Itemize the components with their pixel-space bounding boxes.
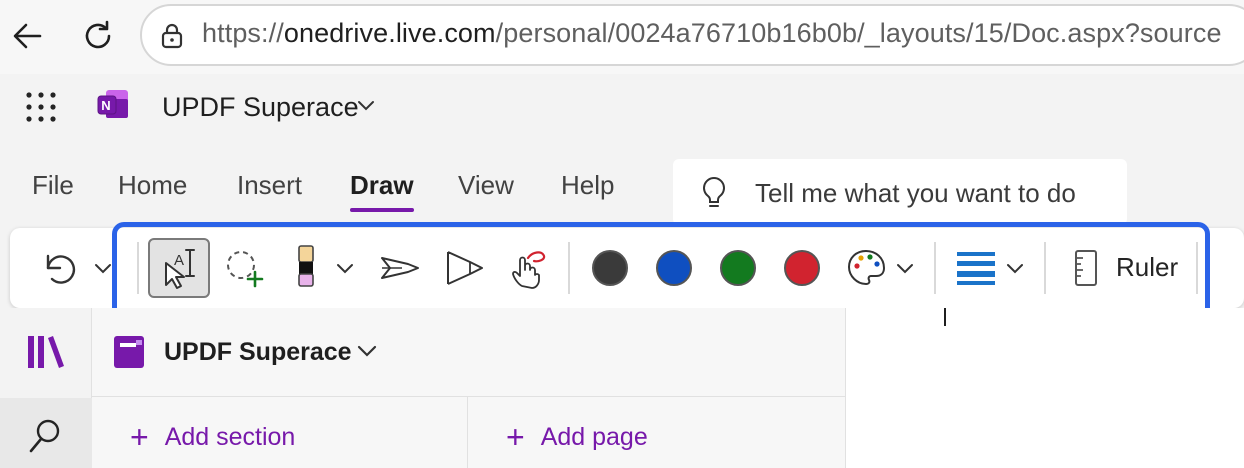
toolbar-divider (137, 242, 139, 294)
black-pen-color[interactable] (592, 250, 628, 286)
chevron-down-icon (1007, 264, 1023, 274)
notebook-header-title[interactable]: UPDF Superace (164, 338, 352, 367)
green-pen-color[interactable] (720, 250, 756, 286)
library-icon (28, 336, 64, 368)
undo-button[interactable] (36, 238, 82, 298)
pencil-button[interactable] (438, 238, 490, 298)
chevron-down-icon (95, 264, 111, 274)
lasso-select-icon: A (165, 249, 195, 289)
touch-draw-icon (512, 251, 546, 289)
color-picker-button[interactable] (842, 238, 890, 298)
chevron-down-icon (337, 264, 353, 274)
chevron-down-icon[interactable] (356, 98, 376, 117)
add-page-button[interactable]: + Add page (506, 421, 648, 453)
text-cursor (944, 308, 946, 326)
url-text: https://onedrive.live.com/personal/0024a… (202, 18, 1222, 49)
add-section-label: Add section (164, 422, 296, 451)
lightbulb-icon (701, 176, 727, 215)
svg-text:N: N (101, 98, 110, 113)
url-host: onedrive.live.com (283, 18, 496, 48)
ruler-label[interactable]: Ruler (1116, 252, 1178, 283)
notebook-icon (112, 334, 146, 374)
lasso-select-button[interactable] (218, 238, 270, 298)
pen-icon (381, 257, 419, 279)
pen-options-dropdown[interactable] (330, 238, 360, 298)
tell-me-search[interactable]: Tell me what you want to do (673, 159, 1127, 225)
address-bar[interactable]: https://onedrive.live.com/personal/0024a… (140, 4, 1244, 66)
search-icon (29, 419, 60, 453)
sections-column: + Add section (92, 396, 468, 468)
undo-dropdown[interactable] (88, 238, 118, 298)
ribbon-tabs: File Home Insert Draw View Help (0, 158, 680, 218)
highlighter-button[interactable] (286, 238, 326, 298)
draw-with-touch-button[interactable] (502, 238, 554, 298)
toolbar-divider (934, 242, 936, 294)
line-thickness-button[interactable] (952, 238, 1000, 298)
onenote-logo-icon: N (96, 87, 130, 126)
active-tab-indicator (350, 208, 414, 212)
plus-icon: + (506, 419, 525, 455)
add-page-label: Add page (540, 422, 648, 451)
blue-pen-color[interactable] (656, 250, 692, 286)
undo-icon (46, 254, 76, 284)
pencil-cone-icon (447, 251, 483, 285)
tab-draw[interactable]: Draw (350, 170, 414, 201)
svg-text:A: A (174, 252, 184, 269)
lock-icon (160, 22, 184, 55)
refresh-button[interactable] (76, 14, 120, 58)
waffle-icon (26, 92, 56, 122)
color-dropdown[interactable] (890, 238, 920, 298)
tab-insert[interactable]: Insert (237, 170, 302, 201)
tell-me-placeholder: Tell me what you want to do (755, 178, 1076, 208)
refresh-icon (85, 20, 111, 49)
chevron-down-icon (897, 264, 913, 274)
line-thickness-icon (957, 252, 995, 285)
search-button[interactable] (0, 398, 92, 468)
thickness-dropdown[interactable] (1000, 238, 1030, 298)
app-header: N UPDF Superace (0, 74, 1244, 144)
toolbar-divider (568, 242, 570, 294)
toolbar-divider (1196, 242, 1198, 294)
notebook-title[interactable]: UPDF Superace (162, 92, 359, 123)
color-palette-icon (847, 249, 886, 286)
lasso-add-icon (227, 251, 264, 288)
app-launcher-button[interactable] (24, 90, 58, 129)
arrow-left-icon (13, 23, 42, 49)
plus-icon: + (130, 419, 149, 455)
browser-toolbar: https://onedrive.live.com/personal/0024a… (0, 0, 1244, 74)
type-select-button[interactable]: A (148, 238, 210, 298)
ruler-button[interactable] (1068, 238, 1104, 298)
url-scheme: https:// (202, 18, 284, 48)
tab-home[interactable]: Home (118, 170, 187, 201)
notebook-pane: UPDF Superace + Add section + Add page (92, 308, 846, 468)
pen-button[interactable] (374, 238, 426, 298)
chevron-down-icon[interactable] (356, 344, 378, 363)
tab-file[interactable]: File (32, 170, 74, 201)
highlighter-icon (298, 245, 314, 287)
pages-column: + Add page (468, 396, 846, 468)
back-button[interactable] (6, 14, 50, 58)
ruler-icon (1075, 250, 1097, 286)
toolbar-divider (1044, 242, 1046, 294)
add-section-button[interactable]: + Add section (130, 421, 295, 453)
tab-view[interactable]: View (458, 170, 514, 201)
red-pen-color[interactable] (784, 250, 820, 286)
tab-help[interactable]: Help (561, 170, 614, 201)
url-path: /personal/0024a76710b16b0b/_layouts/15/D… (495, 18, 1222, 48)
left-rail (0, 308, 92, 468)
draw-toolbar: A Ruler (10, 228, 1244, 308)
notebooks-button[interactable] (26, 334, 66, 375)
